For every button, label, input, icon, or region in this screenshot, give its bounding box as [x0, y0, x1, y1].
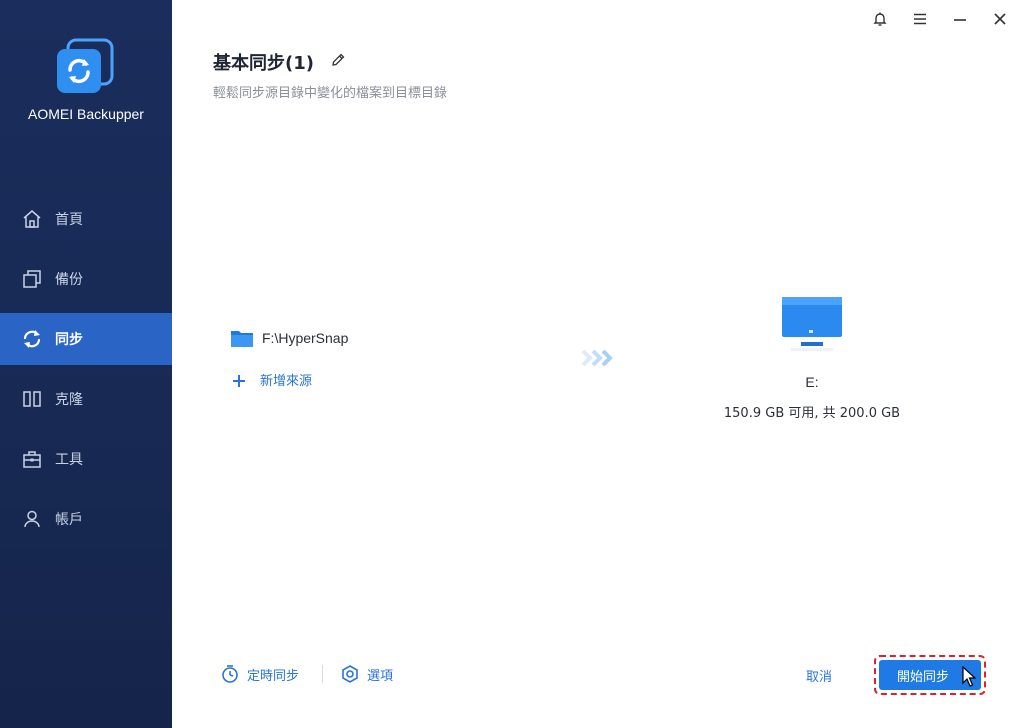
- drive-label: E:: [805, 374, 819, 390]
- tools-icon: [22, 449, 42, 469]
- close-icon[interactable]: [989, 8, 1011, 30]
- account-icon: [22, 509, 42, 529]
- sidebar-item-sync[interactable]: 同步: [0, 313, 172, 365]
- sync-icon: [22, 329, 42, 349]
- source-item[interactable]: F:\HyperSnap: [230, 328, 348, 348]
- menu-icon[interactable]: [909, 8, 931, 30]
- options-label: 選項: [367, 668, 394, 684]
- folder-icon: [230, 328, 254, 348]
- edit-pencil-icon[interactable]: [330, 52, 346, 68]
- options-gear-icon: [340, 664, 360, 684]
- sidebar-item-account[interactable]: 帳戶: [0, 493, 172, 545]
- minimize-icon[interactable]: [949, 8, 971, 30]
- sidebar: AOMEI Backupper 首頁 備份 同步 克隆 工具 帳戶: [0, 0, 172, 728]
- timer-icon: [220, 664, 240, 684]
- home-icon: [22, 209, 42, 229]
- sidebar-item-label: 工具: [55, 452, 83, 468]
- monitor-icon: [781, 296, 843, 352]
- app-logo-icon: [54, 38, 116, 96]
- sidebar-item-label: 備份: [55, 272, 83, 288]
- direction-arrows-icon: [581, 348, 615, 368]
- page-title: 基本同步(1): [213, 53, 314, 74]
- sidebar-item-backup[interactable]: 備份: [0, 253, 172, 305]
- plus-icon: [232, 373, 246, 387]
- sidebar-item-label: 帳戶: [55, 512, 83, 528]
- bell-icon[interactable]: [869, 8, 891, 30]
- destination-panel[interactable]: E: 150.9 GB 可用, 共 200.0 GB: [722, 296, 902, 421]
- schedule-sync-label: 定時同步: [247, 668, 300, 684]
- main-panel: 基本同步(1) 輕鬆同步源目錄中變化的檔案到目標目錄 F:\HyperSnap …: [172, 0, 1021, 728]
- schedule-sync-button[interactable]: 定時同步: [220, 664, 299, 684]
- backup-icon: [22, 269, 42, 289]
- footer-divider: [322, 665, 324, 683]
- add-source-button[interactable]: 新增來源: [232, 370, 312, 389]
- sidebar-item-label: 克隆: [55, 392, 83, 408]
- options-button[interactable]: 選項: [340, 664, 393, 684]
- cancel-button[interactable]: 取消: [806, 666, 832, 685]
- source-path: F:\HyperSnap: [262, 330, 349, 346]
- drive-capacity: 150.9 GB 可用, 共 200.0 GB: [723, 406, 901, 421]
- page-subtitle: 輕鬆同步源目錄中變化的檔案到目標目錄: [213, 86, 448, 101]
- sidebar-item-home[interactable]: 首頁: [0, 193, 172, 245]
- start-sync-button[interactable]: 開始同步: [879, 660, 981, 690]
- sidebar-item-label: 首頁: [55, 212, 83, 228]
- add-source-label: 新增來源: [260, 374, 313, 389]
- clone-icon: [22, 389, 42, 409]
- footer-actions: 定時同步 選項: [220, 664, 393, 684]
- sidebar-item-clone[interactable]: 克隆: [0, 373, 172, 425]
- app-name: AOMEI Backupper: [28, 106, 144, 122]
- sidebar-item-label: 同步: [55, 332, 83, 348]
- sidebar-item-tools[interactable]: 工具: [0, 433, 172, 485]
